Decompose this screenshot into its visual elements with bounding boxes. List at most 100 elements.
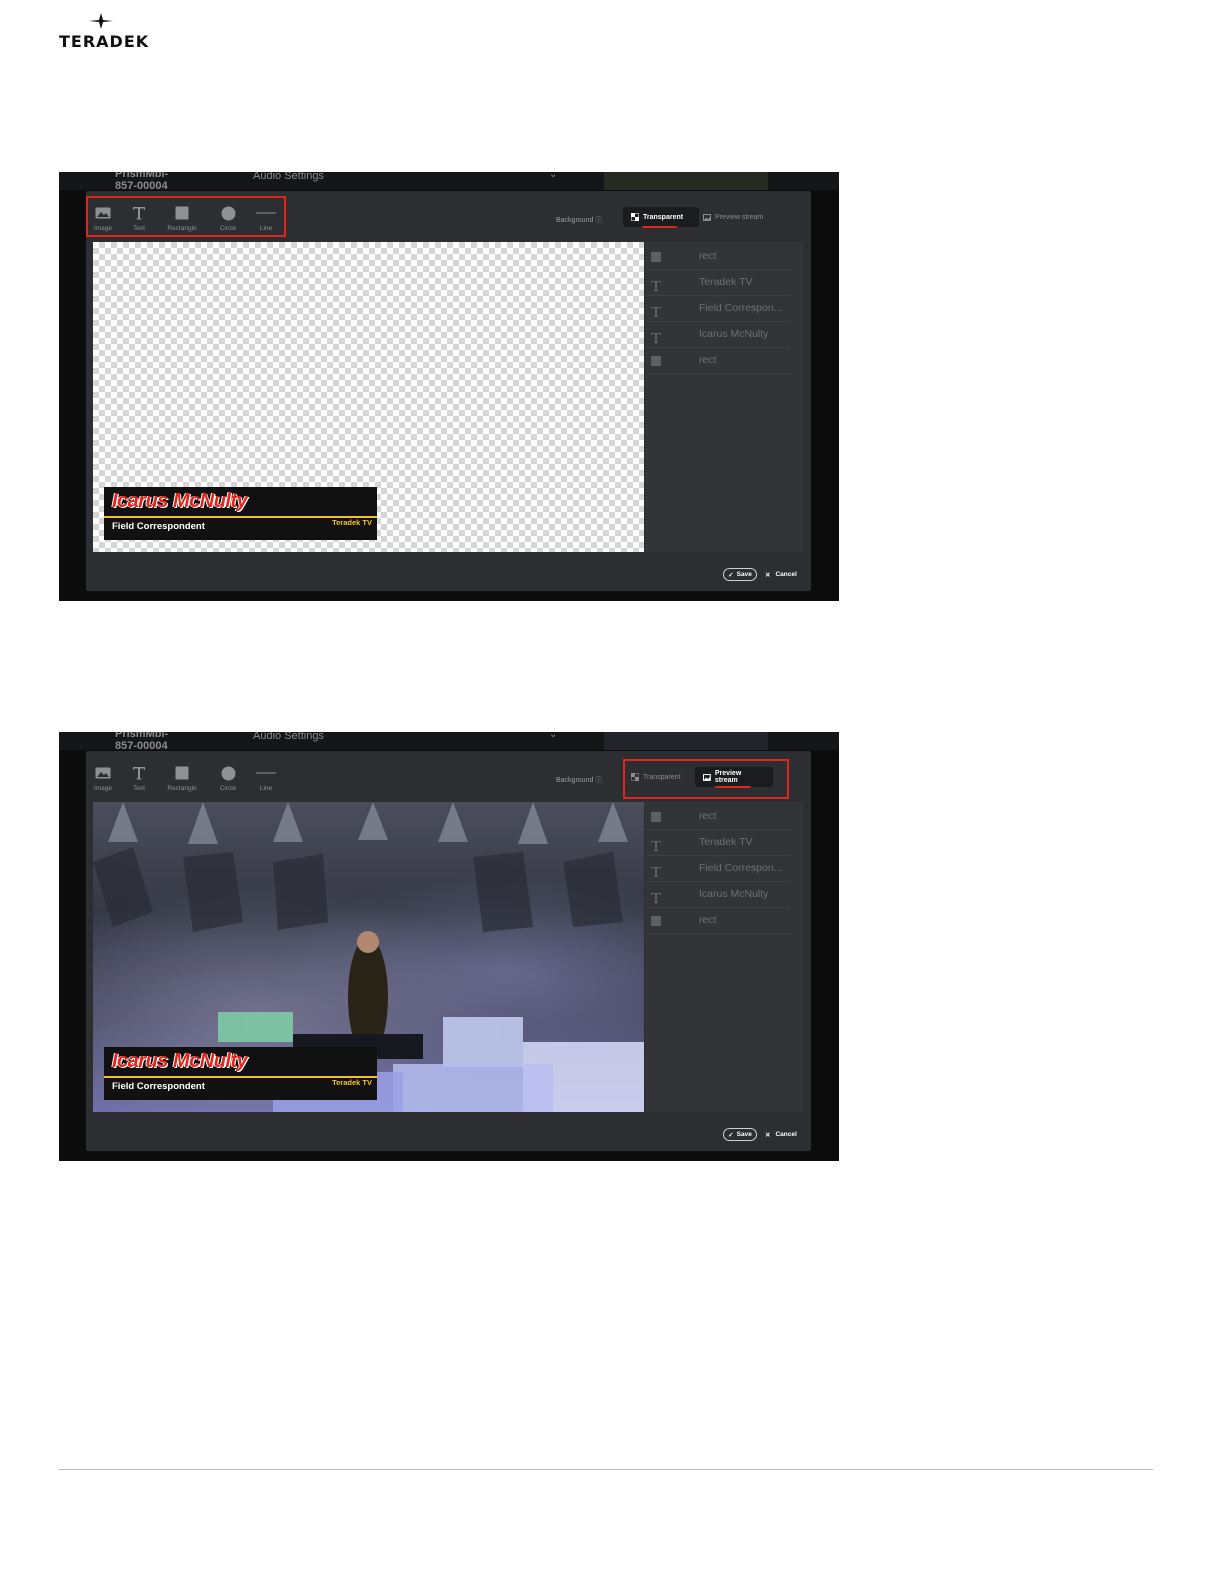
layers-panel: rect Teradek TV Field Correspon... Icaru…: [645, 242, 803, 552]
teradek-logo: TERADEK: [59, 12, 149, 52]
editor-canvas[interactable]: Icarus McNulty Field Correspondent Terad…: [93, 242, 644, 552]
rectangle-icon: [651, 916, 661, 926]
chevron-down-icon: ⌄: [549, 732, 558, 740]
layer-item[interactable]: Teradek TV: [647, 270, 791, 296]
layer-item[interactable]: rect: [647, 244, 791, 270]
background-thumbnail: [604, 172, 768, 190]
layer-item[interactable]: Field Correspon...: [647, 856, 791, 882]
check-icon: ✓: [728, 571, 734, 579]
image-icon: [95, 767, 111, 779]
lower-third-role: Field Correspondent: [112, 1081, 205, 1092]
background-label: Background ⓘ: [556, 217, 603, 224]
line-icon: [256, 772, 276, 774]
lower-third-name: Icarus McNulty: [112, 1050, 248, 1072]
tool-image[interactable]: Image: [86, 765, 120, 792]
teradek-star-icon: [89, 13, 113, 29]
preview-stream-option[interactable]: Preview stream: [695, 207, 773, 227]
lower-third-graphic[interactable]: Icarus McNulty Field Correspondent Terad…: [104, 1047, 377, 1100]
help-icon: ⓘ: [595, 217, 603, 224]
text-icon: [133, 207, 145, 220]
graphics-editor-modal: Image Text Rectangle Circle Line Backgro…: [86, 751, 811, 1151]
rectangle-icon: [175, 766, 189, 780]
layer-item[interactable]: rect: [647, 908, 791, 934]
background-label: Background ⓘ: [556, 777, 603, 784]
editor-screenshot-transparent: PrismMbl- 857-00004 Audio Settings ⌄ Ima…: [59, 172, 839, 601]
preview-stream-option[interactable]: Preview stream: [695, 767, 773, 787]
check-icon: ✓: [728, 1131, 734, 1139]
lower-third-brand: Teradek TV: [332, 1078, 372, 1087]
tool-line[interactable]: Line: [249, 205, 283, 232]
tool-image[interactable]: Image: [86, 205, 120, 232]
transparent-option[interactable]: Transparent: [623, 207, 699, 227]
tool-rectangle[interactable]: Rectangle: [165, 765, 199, 792]
selected-underline: [715, 786, 751, 788]
cancel-button[interactable]: ✕ Cancel: [765, 568, 797, 581]
line-icon: [256, 212, 276, 214]
graphics-editor-modal: Image Text Rectangle Circle Line Backgro…: [86, 191, 811, 591]
editor-screenshot-preview: PrismMbl- 857-00004 Audio Settings ⌄ Ima…: [59, 732, 839, 1161]
transparent-option[interactable]: Transparent: [623, 767, 699, 787]
rectangle-icon: [175, 206, 189, 220]
text-icon: [651, 864, 661, 877]
picture-icon: [703, 773, 711, 781]
image-icon: [95, 207, 111, 219]
background-toggle: Transparent Preview stream: [623, 207, 769, 229]
save-button[interactable]: ✓ Save: [723, 568, 757, 581]
lower-third-graphic[interactable]: Icarus McNulty Field Correspondent Terad…: [104, 487, 377, 540]
tool-label: Text: [133, 225, 145, 232]
layer-item[interactable]: Field Correspon...: [647, 296, 791, 322]
tool-line[interactable]: Line: [249, 765, 283, 792]
tool-text[interactable]: Text: [122, 205, 156, 232]
background-thumbnail: [604, 732, 768, 750]
tool-circle[interactable]: Circle: [211, 205, 245, 232]
layer-item[interactable]: rect: [647, 804, 791, 830]
save-button[interactable]: ✓ Save: [723, 1128, 757, 1141]
tool-rectangle[interactable]: Rectangle: [165, 205, 199, 232]
text-icon: [133, 767, 145, 780]
tool-text[interactable]: Text: [122, 765, 156, 792]
chevron-down-icon: ⌄: [549, 172, 558, 180]
editor-canvas[interactable]: Icarus McNulty Field Correspondent Terad…: [93, 802, 644, 1112]
help-icon: ⓘ: [595, 777, 603, 784]
lower-third-brand: Teradek TV: [332, 518, 372, 527]
tool-label: Image: [93, 785, 113, 792]
rectangle-icon: [651, 356, 661, 366]
cancel-button[interactable]: ✕ Cancel: [765, 1128, 797, 1141]
selected-underline: [642, 226, 677, 228]
footer-divider: [59, 1469, 1153, 1470]
rectangle-icon: [651, 252, 661, 262]
tool-label: Circle: [219, 225, 237, 232]
text-icon: [651, 330, 661, 343]
tool-label: Circle: [219, 785, 237, 792]
logo-text: TERADEK: [59, 32, 150, 51]
tool-label: Image: [93, 225, 113, 232]
text-icon: [651, 278, 661, 291]
lower-third-name: Icarus McNulty: [112, 490, 248, 512]
text-icon: [651, 890, 661, 903]
tool-circle[interactable]: Circle: [211, 765, 245, 792]
rectangle-icon: [651, 812, 661, 822]
audio-settings-label: Audio Settings: [253, 172, 324, 182]
tool-label: Rectangle: [167, 785, 197, 792]
layer-item[interactable]: rect: [647, 348, 791, 374]
background-page-strip: PrismMbl- 857-00004 Audio Settings ⌄: [59, 172, 839, 192]
text-icon: [651, 304, 661, 317]
close-icon: ✕: [765, 571, 771, 579]
tool-label: Text: [133, 785, 145, 792]
circle-icon: [221, 206, 235, 220]
checker-icon: [631, 773, 639, 781]
layer-item[interactable]: Icarus McNulty: [647, 322, 791, 348]
device-name: PrismMbl- 857-00004: [115, 172, 169, 192]
tool-label: Rectangle: [167, 225, 197, 232]
tool-label: Line: [259, 225, 273, 232]
circle-icon: [221, 766, 235, 780]
close-icon: ✕: [765, 1131, 771, 1139]
checker-icon: [631, 213, 639, 221]
layer-item[interactable]: Icarus McNulty: [647, 882, 791, 908]
text-icon: [651, 838, 661, 851]
lower-third-role: Field Correspondent: [112, 521, 205, 532]
picture-icon: [703, 213, 711, 221]
background-page-strip: PrismMbl- 857-00004 Audio Settings ⌄: [59, 732, 839, 752]
layer-item[interactable]: Teradek TV: [647, 830, 791, 856]
device-name: PrismMbl- 857-00004: [115, 732, 169, 752]
